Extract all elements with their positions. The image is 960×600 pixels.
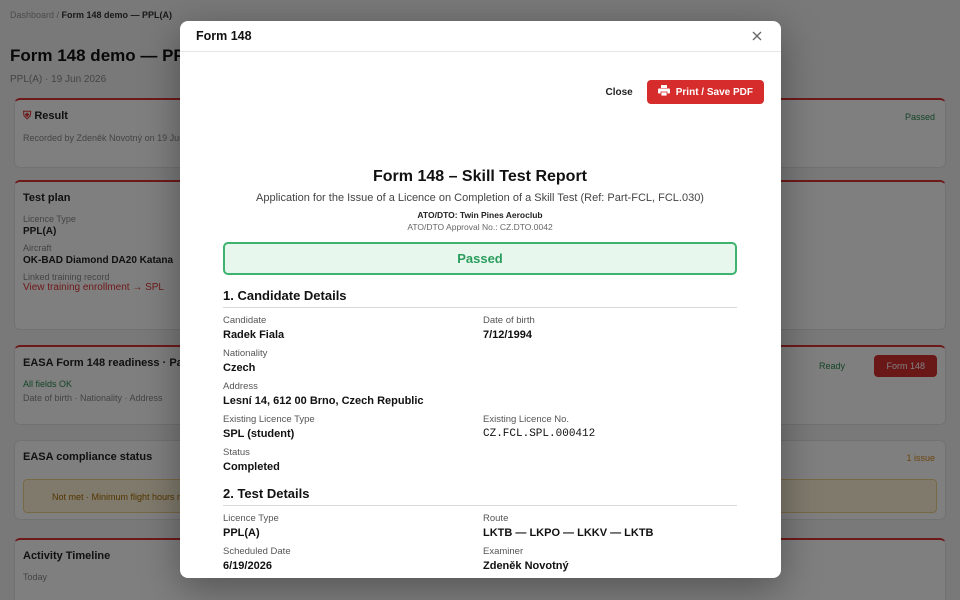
report-actions: Close Print / Save PDF (606, 80, 764, 104)
report-ato: ATO/DTO: Twin Pines Aeroclub (417, 210, 543, 220)
report-approval: ATO/DTO Approval No.: CZ.DTO.0042 (407, 222, 553, 232)
field-nationality: Nationality Czech (223, 348, 737, 374)
field-label: Licence Type (223, 513, 279, 524)
print-save-pdf-button[interactable]: Print / Save PDF (646, 80, 764, 104)
field-label: Existing Licence No. (483, 414, 570, 425)
skill-test-report: Form 148 – Skill Test Report Application… (223, 168, 737, 572)
report-title: Form 148 – Skill Test Report (373, 168, 587, 185)
field-value: Zdeněk Novotný (483, 560, 569, 572)
print-button-label: Print / Save PDF (675, 86, 753, 98)
field-label: Address (223, 381, 258, 392)
test-details: Licence Type PPL(A) Route LKTB — LKPO — … (223, 513, 737, 572)
field-value: 6/19/2026 (223, 560, 272, 572)
field-dob: Date of birth 7/12/1994 (483, 315, 737, 341)
field-value: Czech (223, 362, 256, 374)
close-icon[interactable] (749, 28, 765, 44)
field-examiner: Examiner Zdeněk Novotný (483, 546, 737, 572)
result-passed-banner: Passed (223, 242, 737, 275)
field-label: Existing Licence Type (223, 414, 315, 425)
section-candidate-title: 1. Candidate Details (223, 288, 737, 308)
field-licence-type: Licence Type PPL(A) (223, 513, 483, 539)
field-label: Examiner (483, 546, 524, 557)
field-value: LKTB — LKPO — LKKV — LKTB (483, 527, 654, 539)
printer-icon (657, 85, 670, 99)
field-label: Status (223, 447, 250, 458)
modal-header: Form 148 (180, 21, 781, 52)
field-value: PPL(A) (223, 527, 260, 539)
candidate-details: Candidate Radek Fiala Date of birth 7/12… (223, 315, 737, 473)
field-label: Date of birth (483, 315, 535, 326)
field-status: Status Completed (223, 447, 737, 473)
field-label: Nationality (223, 348, 268, 359)
field-existing-licence-type: Existing Licence Type SPL (student) (223, 414, 483, 440)
report-subtitle: Application for the Issue of a Licence o… (256, 192, 704, 204)
field-address: Address Lesní 14, 612 00 Brno, Czech Rep… (223, 381, 737, 407)
field-value: Radek Fiala (223, 329, 285, 341)
section-test-title: 2. Test Details (223, 486, 737, 506)
field-scheduled-date: Scheduled Date 6/19/2026 (223, 546, 483, 572)
field-candidate: Candidate Radek Fiala (223, 315, 483, 341)
field-value: Completed (223, 461, 280, 473)
form148-modal: Form 148 Close Print / Save PDF Form 148… (180, 21, 781, 578)
modal-body[interactable]: Close Print / Save PDF Form 148 – Skill … (180, 53, 781, 578)
modal-title: Form 148 (196, 29, 252, 43)
field-existing-licence-no: Existing Licence No. CZ.FCL.SPL.000412 (483, 414, 737, 440)
field-value: CZ.FCL.SPL.000412 (483, 428, 596, 440)
field-value: 7/12/1994 (483, 329, 532, 341)
field-value: Lesní 14, 612 00 Brno, Czech Republic (223, 395, 424, 407)
field-label: Candidate (223, 315, 267, 326)
field-label: Scheduled Date (223, 546, 291, 557)
close-button[interactable]: Close (606, 87, 633, 98)
field-route: Route LKTB — LKPO — LKKV — LKTB (483, 513, 737, 539)
field-label: Route (483, 513, 509, 524)
field-value: SPL (student) (223, 428, 295, 440)
